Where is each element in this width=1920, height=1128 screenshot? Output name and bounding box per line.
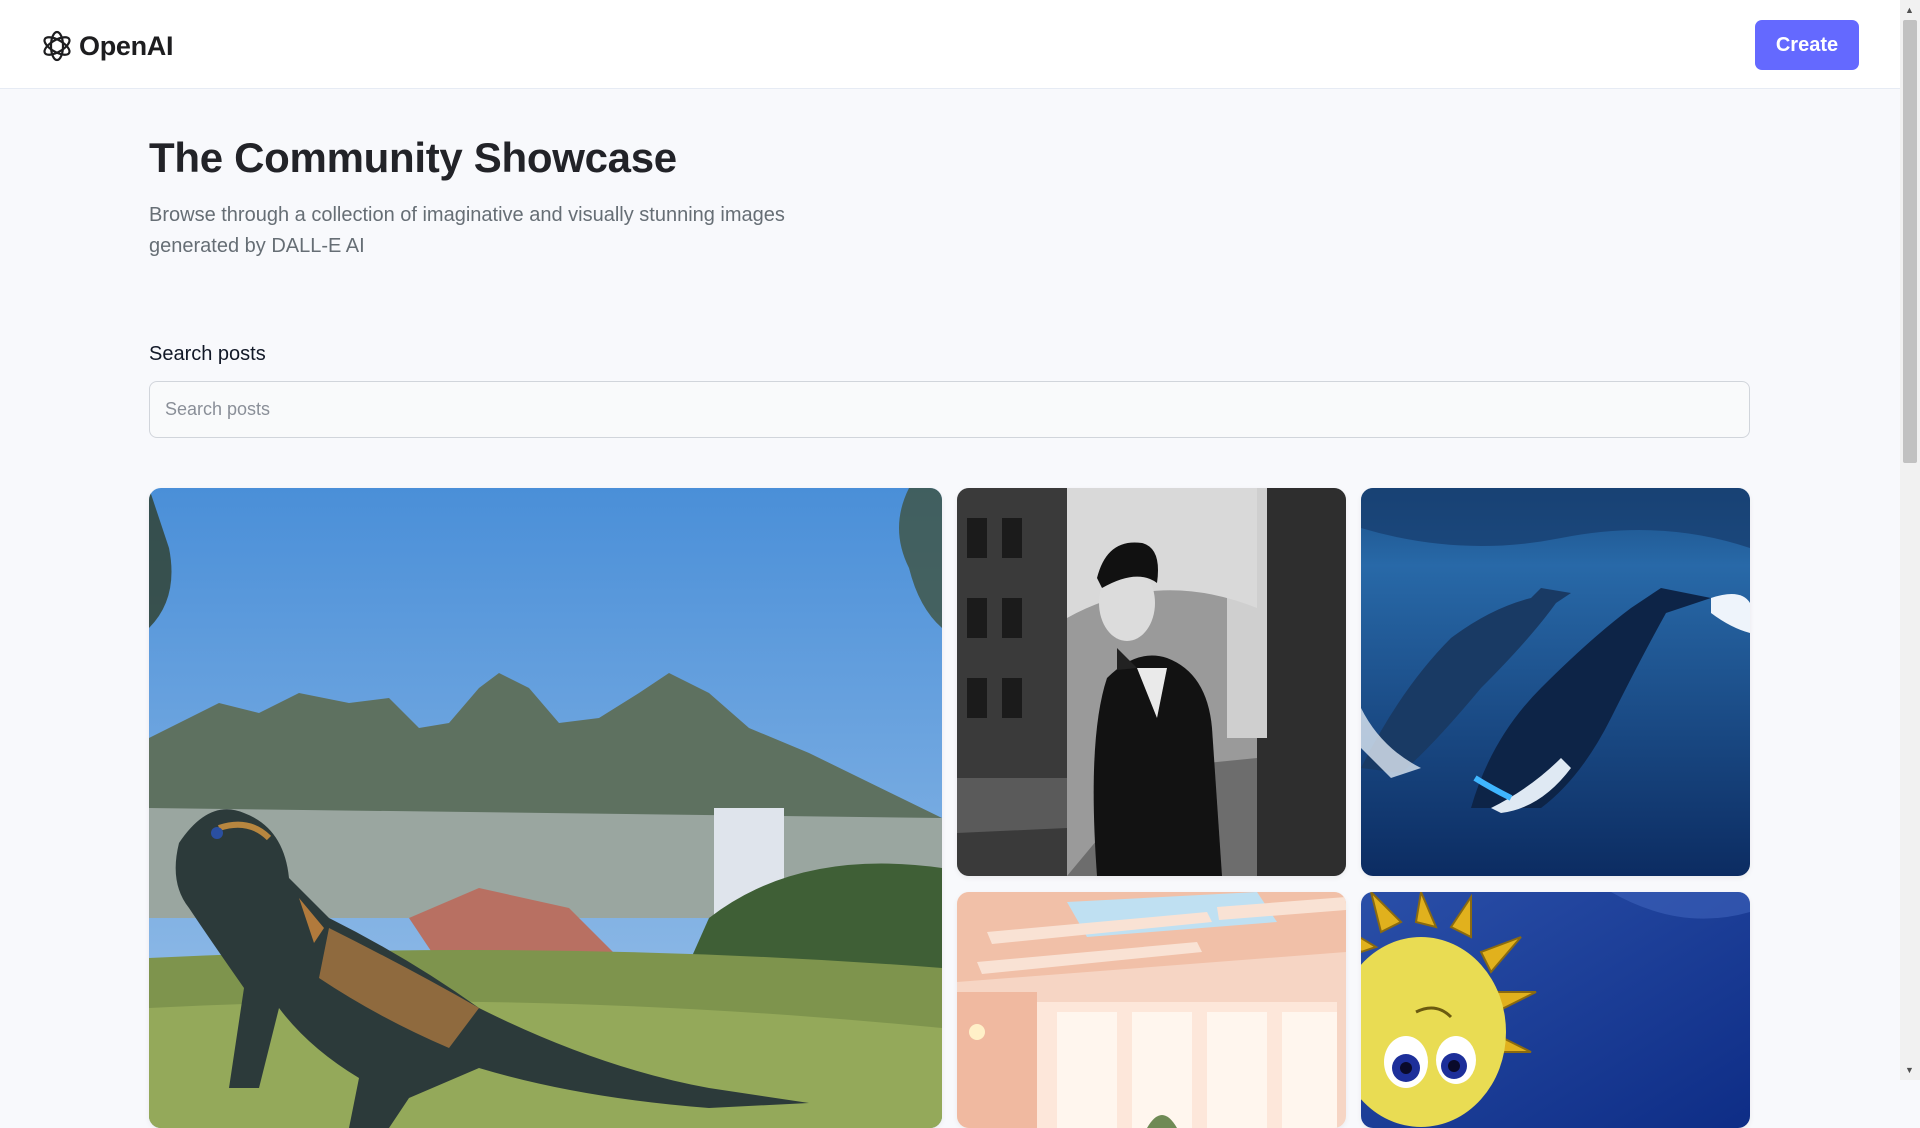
search-label: Search posts [149, 343, 266, 365]
page-subtitle: Browse through a collection of imaginati… [149, 204, 785, 257]
scrollbar-thumb[interactable] [1903, 20, 1917, 463]
top-navbar: OpenAI Create [0, 0, 1900, 89]
gallery-image-dinosaur[interactable] [149, 488, 942, 1128]
openai-logo[interactable]: OpenAI [39, 27, 174, 65]
create-button[interactable]: Create [1755, 20, 1859, 70]
gallery-image-sunlit-room[interactable] [957, 892, 1346, 1128]
gallery-image-sunflower[interactable] [1361, 892, 1750, 1128]
page-scrollbar[interactable]: ▲ ▼ [1900, 0, 1920, 1080]
page-title: The Community Showcase [149, 134, 677, 181]
gallery-image-whales[interactable] [1361, 488, 1750, 876]
search-input[interactable] [149, 381, 1750, 438]
gallery-image-man-in-suit[interactable] [957, 488, 1346, 876]
scroll-up-arrow-icon[interactable]: ▲ [1905, 6, 1914, 15]
logo-text: OpenAI [79, 30, 174, 61]
openai-logo-icon [43, 30, 71, 62]
scroll-down-arrow-icon[interactable]: ▼ [1905, 1066, 1914, 1075]
